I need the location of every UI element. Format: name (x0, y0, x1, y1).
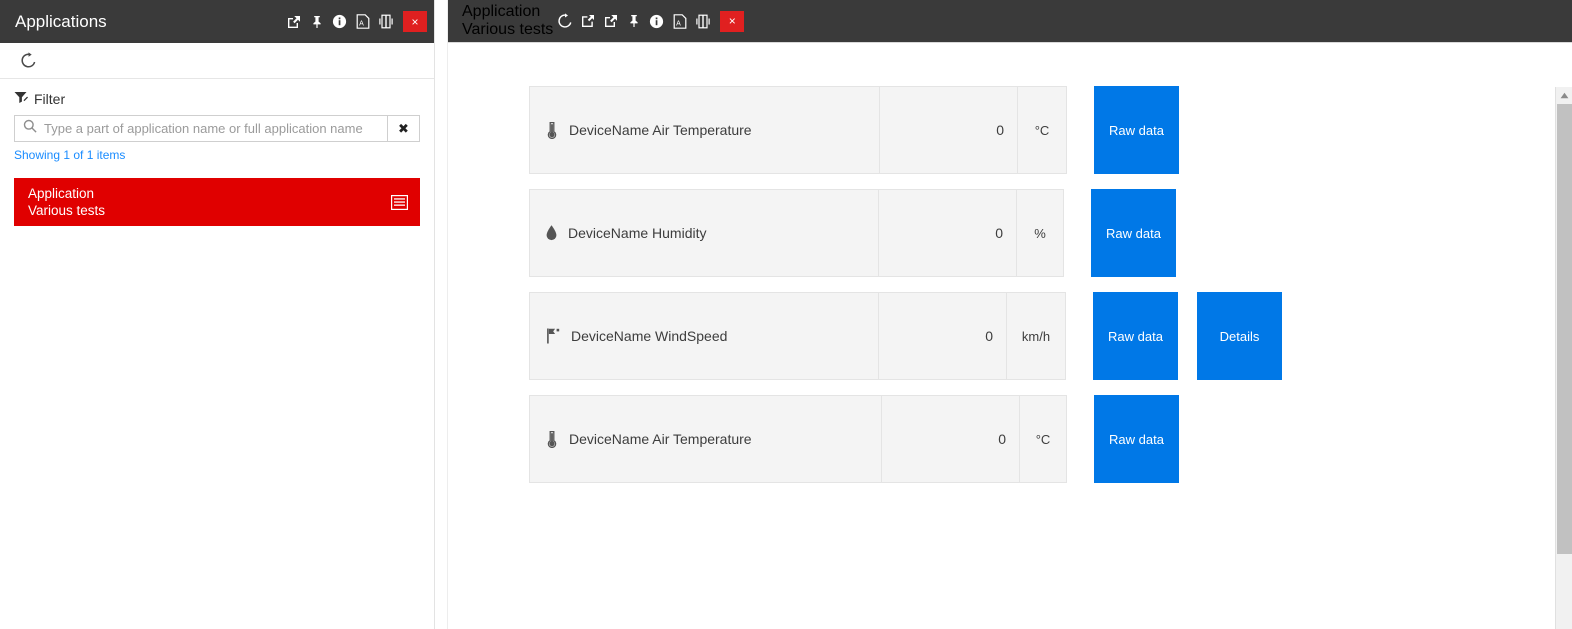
device-row-table: DeviceName WindSpeed 0 km/h (529, 292, 1066, 380)
thermometer-icon (545, 430, 559, 448)
device-value-cell: 0 (879, 190, 1017, 276)
popout-window-icon[interactable] (282, 0, 305, 43)
application-detail-panel: Application Various tests A × DeviceName… (448, 0, 1572, 629)
filter-label-row: Filter (14, 91, 420, 107)
detail-panel-subtitle: Various tests (462, 21, 554, 38)
svg-text:A: A (676, 20, 681, 27)
device-row-actions: Raw data (1094, 395, 1179, 483)
application-item-title: Application (28, 186, 95, 201)
clear-filter-button[interactable]: ✖ (387, 115, 420, 142)
detail-title-block: Application Various tests (462, 3, 553, 39)
raw-data-button[interactable]: Raw data (1091, 189, 1176, 277)
device-row-table: DeviceName Air Temperature 0 °C (529, 86, 1067, 174)
device-row-table: DeviceName Humidity 0% (529, 189, 1064, 277)
device-unit-cell: °C (1034, 122, 1050, 138)
applications-header-icons: A × (282, 0, 434, 43)
device-row: DeviceName Air Temperature 0 °C Raw data (529, 86, 1572, 174)
device-value-cell: 0 (879, 293, 1007, 379)
filter-input-row: ✖ (14, 115, 420, 142)
pdf-export-icon[interactable]: A (668, 0, 691, 43)
device-name-text: DeviceName Air Temperature (569, 122, 752, 138)
device-value-cell: 0 (880, 87, 1018, 173)
application-item-subtitle: Various tests (28, 203, 106, 218)
raw-data-button[interactable]: Raw data (1093, 292, 1178, 380)
wind-vane-icon (545, 327, 561, 345)
detail-panel-header: Application Various tests A × (448, 0, 1572, 43)
droplet-icon (545, 224, 558, 242)
device-unit-cell: °C (1035, 431, 1051, 447)
details-button[interactable]: Details (1197, 292, 1282, 380)
scrollbar-thumb[interactable] (1557, 104, 1572, 554)
device-row: DeviceName WindSpeed 0 km/h Raw data Details (529, 292, 1572, 380)
device-name-cell: DeviceName WindSpeed (530, 293, 879, 379)
pin-icon[interactable] (622, 0, 645, 43)
device-unit-cell: % (1034, 225, 1046, 241)
device-name-cell: DeviceName Air Temperature (530, 87, 880, 173)
popout-window-icon[interactable] (599, 0, 622, 43)
search-input[interactable] (44, 121, 379, 136)
pdf-export-icon[interactable]: A (351, 0, 374, 43)
split-view-icon[interactable] (691, 0, 714, 43)
device-name-text: DeviceName WindSpeed (571, 328, 728, 344)
application-list-item[interactable]: Application Various tests (14, 178, 420, 226)
device-name-text: DeviceName Humidity (568, 225, 707, 241)
applications-title-block: Applications (15, 12, 282, 32)
pin-icon[interactable] (305, 0, 328, 43)
device-name-cell: DeviceName Humidity (530, 190, 879, 276)
showing-items-text[interactable]: Showing 1 of 1 items (14, 148, 420, 162)
refresh-icon[interactable] (553, 0, 576, 43)
device-row-actions: Raw data (1094, 86, 1179, 174)
device-rows-list: DeviceName Air Temperature 0 °C Raw data Dev… (448, 86, 1572, 483)
info-icon[interactable] (328, 0, 351, 43)
filter-label-text: Filter (34, 91, 66, 107)
device-row-actions: Raw data (1091, 189, 1176, 277)
filter-icon (14, 91, 28, 107)
application-item-text: Application Various tests (28, 185, 391, 219)
device-row: DeviceName Air Temperature 0 °C Raw data (529, 395, 1572, 483)
close-button[interactable]: × (720, 10, 745, 32)
search-icon (23, 119, 37, 138)
detail-panel-body: DeviceName Air Temperature 0 °C Raw data Dev… (448, 43, 1572, 629)
device-value-cell: 0 (882, 396, 1020, 482)
raw-data-button[interactable]: Raw data (1094, 86, 1179, 174)
device-row-actions: Raw data Details (1093, 292, 1282, 380)
applications-panel-header: Applications A × (0, 0, 434, 43)
raw-data-button[interactable]: Raw data (1094, 395, 1179, 483)
device-name-text: DeviceName Air Temperature (569, 431, 752, 447)
open-external-icon[interactable] (576, 0, 599, 43)
close-button[interactable]: × (403, 11, 427, 32)
applications-panel: Applications A × Filter Type a part of a… (0, 0, 435, 629)
applications-sub-toolbar (0, 43, 434, 79)
split-view-icon[interactable] (374, 0, 397, 43)
detail-panel-title: Application (462, 3, 541, 20)
scroll-up-arrow-icon[interactable] (1556, 87, 1572, 104)
panel-divider[interactable] (435, 0, 448, 629)
vertical-scrollbar[interactable] (1555, 87, 1572, 629)
device-unit-cell: km/h (1021, 328, 1051, 344)
search-input-wrapper[interactable] (14, 115, 387, 142)
application-list: Application Various tests (0, 162, 434, 629)
device-row: DeviceName Humidity 0% Raw data (529, 189, 1572, 277)
svg-text:A: A (359, 20, 364, 27)
list-view-icon[interactable] (391, 194, 408, 210)
device-row-table: DeviceName Air Temperature 0 °C (529, 395, 1067, 483)
info-icon[interactable] (645, 0, 668, 43)
device-name-cell: DeviceName Air Temperature (530, 396, 882, 482)
scrollbar-track[interactable] (1556, 554, 1572, 629)
refresh-icon[interactable] (14, 48, 42, 74)
detail-header-icons: A × (553, 0, 751, 42)
filter-area: Filter ✖ Showing 1 of 1 items (0, 79, 434, 162)
thermometer-icon (545, 121, 559, 139)
application-window: Applications A × Filter Type a part of a… (0, 0, 1572, 629)
applications-panel-title: Applications (15, 11, 107, 31)
